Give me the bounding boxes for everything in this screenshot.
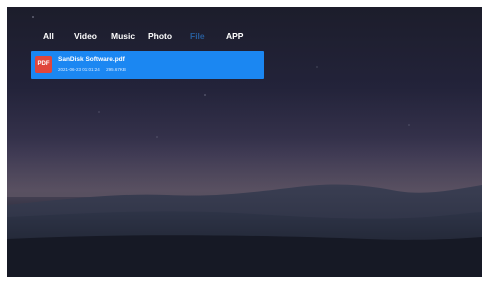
pdf-file-icon: PDF	[35, 56, 52, 73]
file-name: SanDisk Software.pdf	[58, 56, 125, 63]
tab-all[interactable]: All	[43, 31, 54, 41]
file-meta: 2021-06-23 01:01:24 295.67KB	[58, 67, 126, 72]
tab-video[interactable]: Video	[74, 31, 97, 41]
tv-frame: All Video Music Photo File APP PDF SanDi…	[0, 0, 489, 284]
tab-music[interactable]: Music	[111, 31, 135, 41]
file-size: 295.67KB	[106, 67, 126, 72]
file-date: 2021-06-23 01:01:24	[58, 67, 100, 72]
desert-dunes-background	[7, 137, 482, 277]
tab-photo[interactable]: Photo	[148, 31, 172, 41]
tab-file[interactable]: File	[190, 31, 205, 41]
file-list-item[interactable]: PDF SanDisk Software.pdf 2021-06-23 01:0…	[31, 51, 264, 79]
media-browser-screen: All Video Music Photo File APP PDF SanDi…	[7, 7, 482, 277]
tab-app[interactable]: APP	[226, 31, 243, 41]
